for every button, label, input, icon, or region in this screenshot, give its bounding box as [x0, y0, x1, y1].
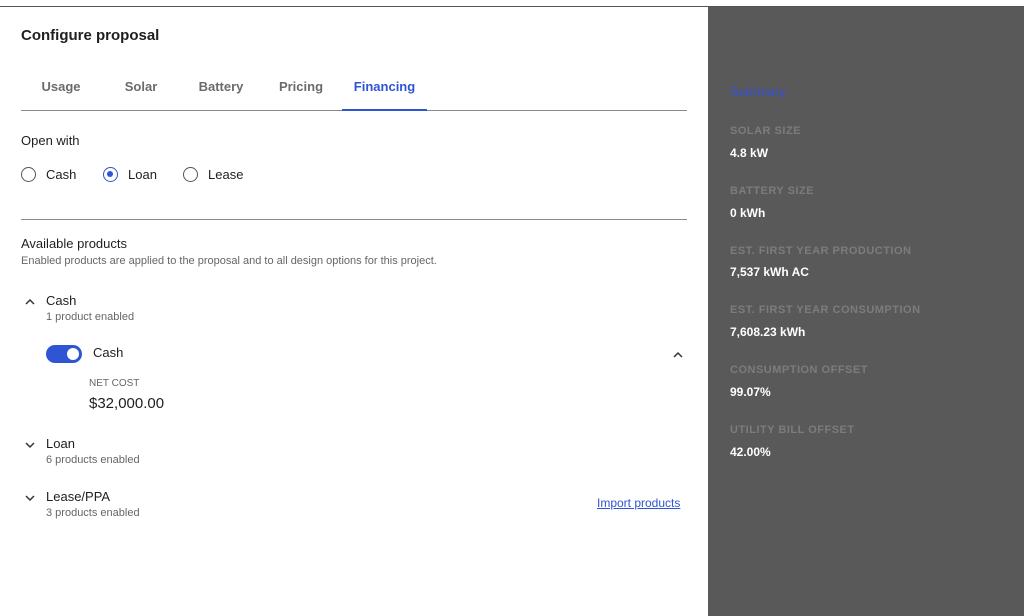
tab-financing[interactable]: Financing [342, 79, 427, 111]
available-products-title: Available products [21, 236, 127, 251]
net-cost-label: NET COST [89, 378, 140, 389]
summary-value-battery-size: 0 kWh [730, 206, 766, 220]
chevron-down-icon[interactable] [24, 492, 36, 504]
cash-product-toggle[interactable] [46, 345, 82, 363]
summary-label-solar-size: SOLAR SIZE [730, 125, 802, 137]
radio-label: Loan [128, 167, 157, 182]
tab-battery[interactable]: Battery [181, 79, 261, 111]
import-products-link[interactable]: Import products [597, 496, 680, 510]
radio-lease[interactable]: Lease [183, 167, 243, 182]
group-title-cash[interactable]: Cash [46, 293, 76, 308]
group-title-loan[interactable]: Loan [46, 436, 75, 451]
summary-label-battery-size: BATTERY SIZE [730, 185, 815, 197]
group-sub-lease-ppa: 3 products enabled [46, 507, 140, 519]
chevron-down-icon[interactable] [24, 439, 36, 451]
configure-panel: Configure proposal Usage Solar Battery P… [0, 7, 708, 616]
group-title-lease-ppa[interactable]: Lease/PPA [46, 489, 110, 504]
summary-label-consumption-offset: CONSUMPTION OFFSET [730, 364, 868, 376]
summary-title: Summary [730, 84, 786, 99]
chevron-up-icon[interactable] [24, 296, 36, 308]
tab-pricing[interactable]: Pricing [261, 79, 341, 111]
tab-bar: Usage Solar Battery Pricing Financing [21, 79, 687, 111]
radio-circle-icon [183, 167, 198, 182]
summary-panel: Summary SOLAR SIZE 4.8 kW BATTERY SIZE 0… [708, 7, 1024, 616]
radio-circle-checked-icon [103, 167, 118, 182]
summary-label-consumption: EST. FIRST YEAR CONSUMPTION [730, 304, 921, 316]
group-sub-cash: 1 product enabled [46, 311, 135, 323]
divider [21, 219, 687, 220]
group-sub-loan: 6 products enabled [46, 454, 140, 466]
top-border [0, 0, 1024, 7]
summary-value-solar-size: 4.8 kW [730, 146, 769, 160]
radio-circle-icon [21, 167, 36, 182]
product-name-cash: Cash [93, 345, 124, 360]
summary-value-production: 7,537 kWh AC [730, 265, 809, 279]
chevron-up-icon[interactable] [672, 349, 684, 361]
summary-label-utility-bill-offset: UTILITY BILL OFFSET [730, 424, 855, 436]
summary-value-utility-bill-offset: 42.00% [730, 445, 771, 459]
open-with-label: Open with [21, 133, 80, 148]
summary-value-consumption: 7,608.23 kWh [730, 325, 806, 339]
available-products-description: Enabled products are applied to the prop… [21, 255, 437, 267]
panel-title: Configure proposal [21, 27, 160, 44]
summary-value-consumption-offset: 99.07% [730, 385, 771, 399]
radio-label: Lease [208, 167, 244, 182]
tab-solar[interactable]: Solar [101, 79, 181, 111]
radio-cash[interactable]: Cash [21, 167, 76, 182]
summary-label-production: EST. FIRST YEAR PRODUCTION [730, 245, 912, 257]
net-cost-value: $32,000.00 [89, 395, 165, 412]
tab-usage[interactable]: Usage [21, 79, 101, 111]
radio-loan[interactable]: Loan [103, 167, 157, 182]
radio-label: Cash [46, 167, 77, 182]
